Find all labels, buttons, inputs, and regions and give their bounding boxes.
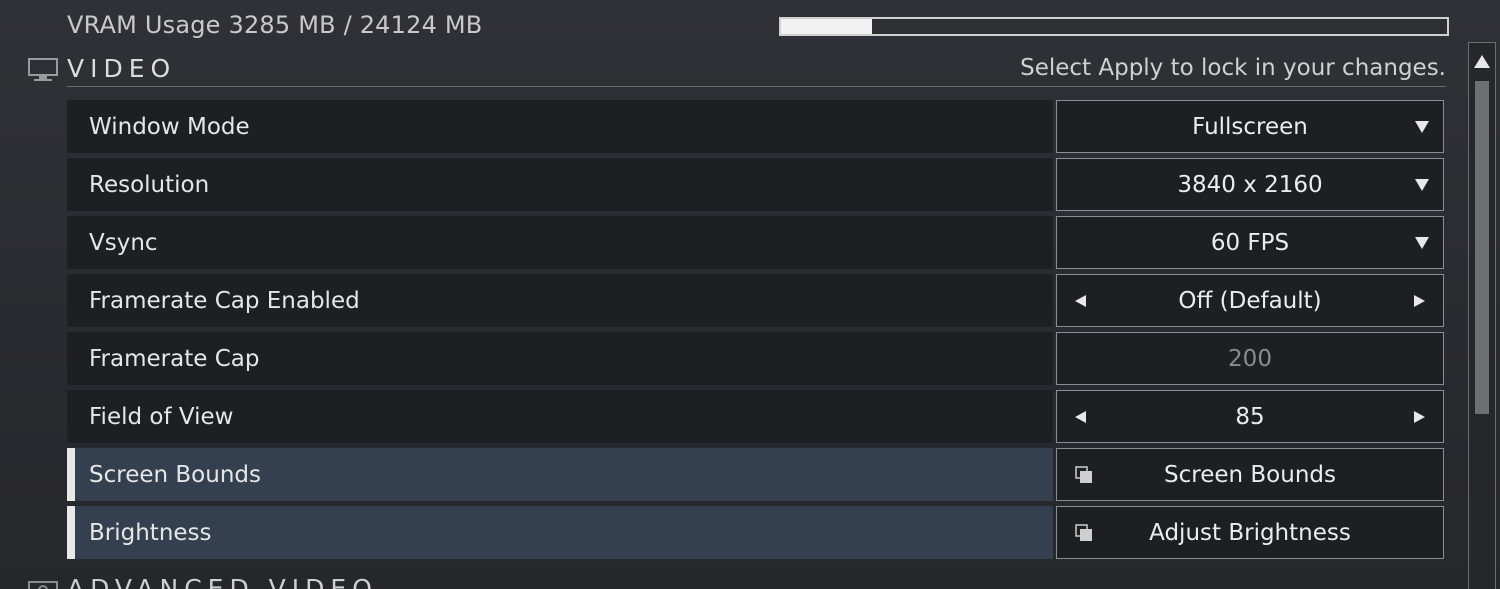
setting-row-framerate-cap[interactable]: Framerate Cap 200 [67, 332, 1444, 385]
setting-label-cell[interactable]: Brightness [67, 506, 1053, 559]
field-of-view-stepper[interactable]: 85 [1056, 390, 1444, 443]
setting-label: Framerate Cap Enabled [89, 287, 360, 314]
dropdown-value: 3840 x 2160 [1177, 171, 1323, 198]
setting-label-cell[interactable]: Framerate Cap Enabled [67, 274, 1053, 327]
arrow-right-icon[interactable] [1414, 294, 1425, 307]
button-label: Screen Bounds [1164, 461, 1336, 488]
chevron-down-icon [1415, 178, 1429, 191]
setting-label-cell[interactable]: Screen Bounds [67, 448, 1053, 501]
framerate-cap-enabled-stepper[interactable]: Off (Default) [1056, 274, 1444, 327]
scrollbar-thumb[interactable] [1475, 81, 1489, 414]
setting-label: Field of View [89, 403, 234, 430]
button-label: Adjust Brightness [1149, 519, 1351, 546]
setting-label: Vsync [89, 229, 158, 256]
setting-label: Brightness [89, 519, 212, 546]
vsync-dropdown[interactable]: 60 FPS [1056, 216, 1444, 269]
apply-hint: Select Apply to lock in your changes. [1020, 55, 1446, 81]
setting-row-vsync[interactable]: Vsync 60 FPS [67, 216, 1444, 269]
vram-usage-bar [779, 17, 1449, 36]
setting-label-cell[interactable]: Vsync [67, 216, 1053, 269]
scroll-up-arrow-icon[interactable] [1474, 55, 1490, 68]
setting-label-cell[interactable]: Window Mode [67, 100, 1053, 153]
setting-label: Screen Bounds [89, 461, 261, 488]
field-value: 200 [1228, 345, 1272, 372]
dropdown-value: 60 FPS [1210, 229, 1290, 256]
screen-bounds-button[interactable]: Screen Bounds [1056, 448, 1444, 501]
external-window-icon [1075, 465, 1092, 483]
adjust-brightness-button[interactable]: Adjust Brightness [1056, 506, 1444, 559]
setting-label-cell[interactable]: Framerate Cap [67, 332, 1053, 385]
external-window-icon [1075, 523, 1092, 541]
section-title-advanced-video: ADVANCED VIDEO [67, 574, 378, 589]
arrow-left-icon[interactable] [1075, 410, 1086, 423]
setting-row-framerate-cap-enabled[interactable]: Framerate Cap Enabled Off (Default) [67, 274, 1444, 327]
vram-usage-fill [781, 19, 872, 34]
setting-label-cell[interactable]: Resolution [67, 158, 1053, 211]
chevron-down-icon [1415, 236, 1429, 249]
scrollbar[interactable] [1468, 42, 1496, 589]
arrow-left-icon[interactable] [1075, 294, 1086, 307]
resolution-dropdown[interactable]: 3840 x 2160 [1056, 158, 1444, 211]
setting-row-field-of-view[interactable]: Field of View 85 [67, 390, 1444, 443]
setting-label: Framerate Cap [89, 345, 260, 372]
video-settings-page: VRAM Usage 3285 MB / 24124 MB VIDEO Sele… [0, 0, 1500, 589]
arrow-right-icon[interactable] [1414, 410, 1425, 423]
window-mode-dropdown[interactable]: Fullscreen [1056, 100, 1444, 153]
settings-list: Window Mode Fullscreen Resolution 3840 x… [67, 100, 1444, 564]
setting-label: Resolution [89, 171, 210, 198]
section-divider [67, 86, 1446, 87]
monitor-icon [28, 58, 58, 81]
setting-row-window-mode[interactable]: Window Mode Fullscreen [67, 100, 1444, 153]
chevron-down-icon [1415, 120, 1429, 133]
setting-row-screen-bounds[interactable]: Screen Bounds Screen Bounds [67, 448, 1444, 501]
stepper-value: Off (Default) [1178, 287, 1322, 314]
setting-label: Window Mode [89, 113, 250, 140]
setting-row-resolution[interactable]: Resolution 3840 x 2160 [67, 158, 1444, 211]
section-title-video: VIDEO [67, 54, 177, 83]
setting-label-cell[interactable]: Field of View [67, 390, 1053, 443]
setting-row-brightness[interactable]: Brightness Adjust Brightness [67, 506, 1444, 559]
stepper-value: 85 [1235, 403, 1265, 430]
vram-usage-label: VRAM Usage 3285 MB / 24124 MB [67, 11, 483, 39]
framerate-cap-field[interactable]: 200 [1056, 332, 1444, 385]
dropdown-value: Fullscreen [1192, 113, 1308, 140]
advanced-video-icon [28, 581, 58, 589]
